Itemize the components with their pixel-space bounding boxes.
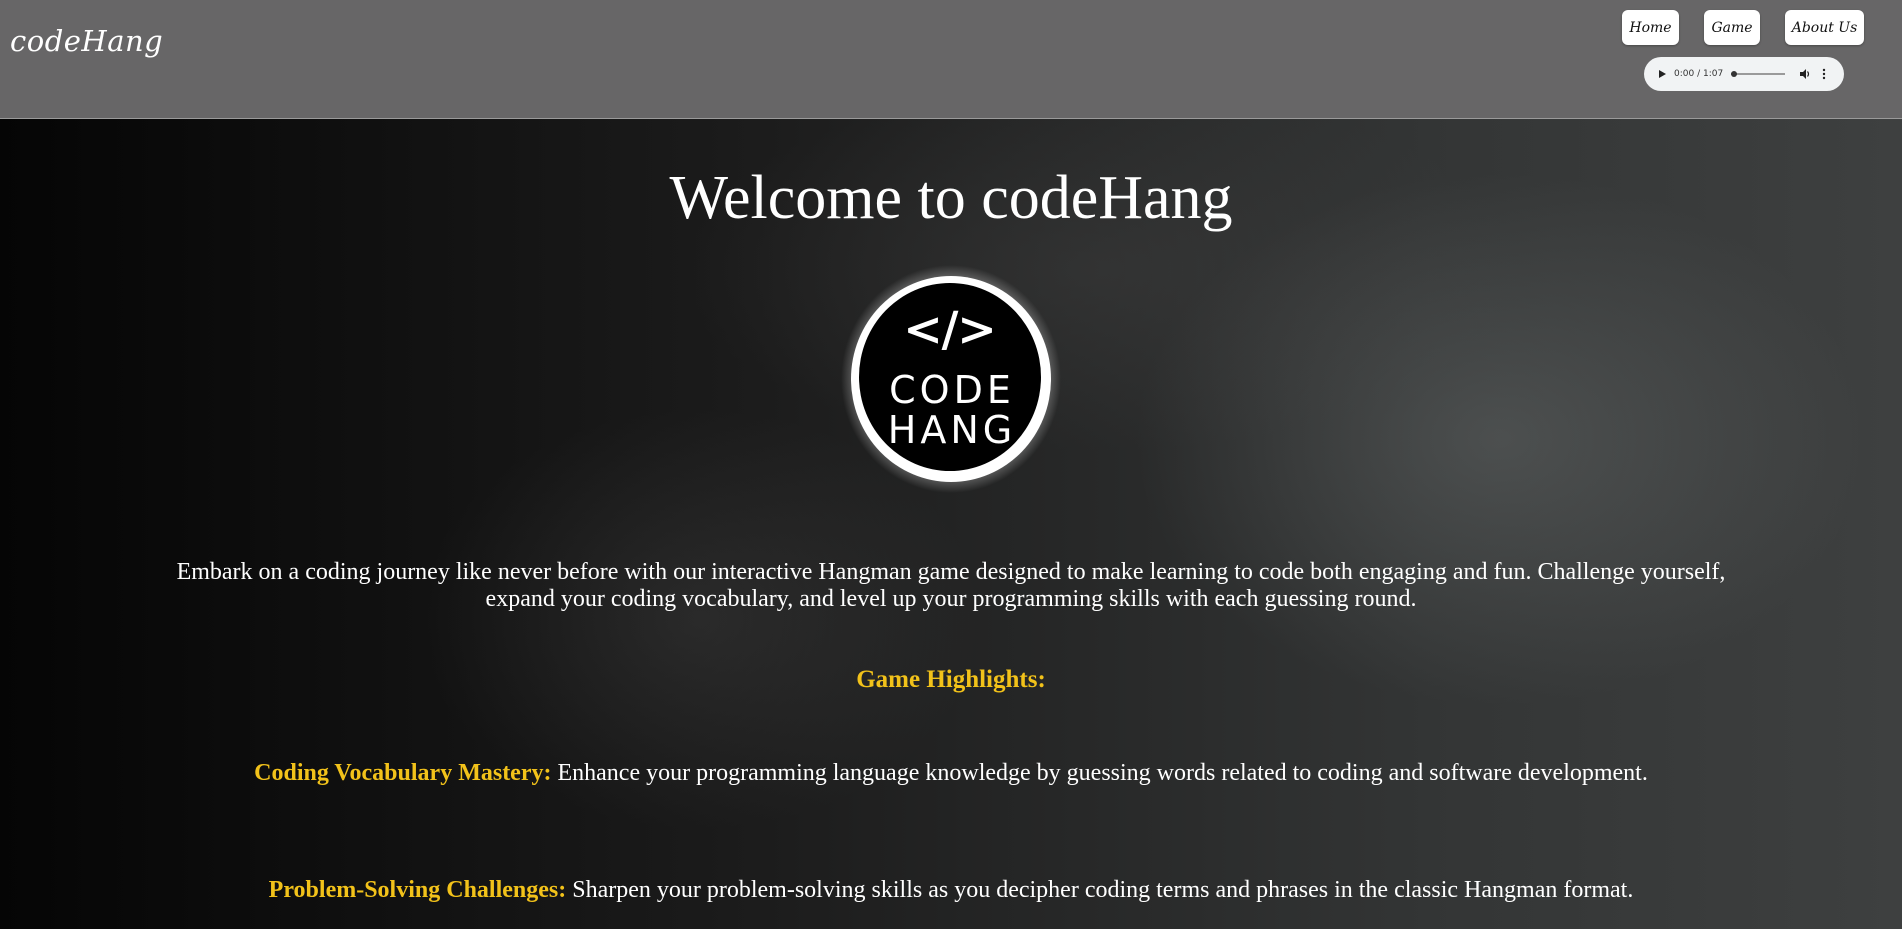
feature-label: Problem-Solving Challenges: xyxy=(268,877,567,903)
feature-text: Enhance your programming language knowle… xyxy=(551,760,1648,786)
audio-time: 0:00 / 1:07 xyxy=(1674,69,1724,79)
highlights-heading: Game Highlights: xyxy=(856,666,1046,693)
feature-item: Problem-Solving Challenges: Sharpen your… xyxy=(220,877,1682,904)
feature-label: Coding Vocabulary Mastery: xyxy=(254,760,552,786)
codehang-logo: </> CODE HANG xyxy=(841,265,1062,493)
logo-line-2: HANG xyxy=(888,408,1016,452)
nav-about-button[interactable]: About Us xyxy=(1785,10,1864,45)
more-options-icon[interactable] xyxy=(1819,66,1829,82)
logo-line-1: CODE xyxy=(889,368,1015,412)
play-icon[interactable] xyxy=(1654,66,1670,82)
logo-code-symbol: </> xyxy=(904,302,997,356)
volume-icon[interactable] xyxy=(1797,66,1813,82)
audio-player: 0:00 / 1:07 xyxy=(1644,57,1844,91)
nav-home-button[interactable]: Home xyxy=(1622,10,1679,45)
intro-paragraph: Embark on a coding journey like never be… xyxy=(176,559,1726,612)
nav-game-button[interactable]: Game xyxy=(1704,10,1760,45)
page-title: Welcome to codeHang xyxy=(669,164,1233,232)
feature-item: Coding Vocabulary Mastery: Enhance your … xyxy=(220,760,1682,787)
hero-background xyxy=(0,119,1902,929)
audio-progress-knob[interactable] xyxy=(1731,71,1738,77)
site-header: codeHang Home Game About Us 0:00 / 1:07 xyxy=(0,0,1902,119)
page: codeHang Home Game About Us 0:00 / 1:07 xyxy=(0,0,1902,929)
audio-progress-slider[interactable] xyxy=(1731,71,1786,77)
feature-text: Sharpen your problem-solving skills as y… xyxy=(566,877,1634,903)
brand-logo-text[interactable]: codeHang xyxy=(10,24,163,58)
